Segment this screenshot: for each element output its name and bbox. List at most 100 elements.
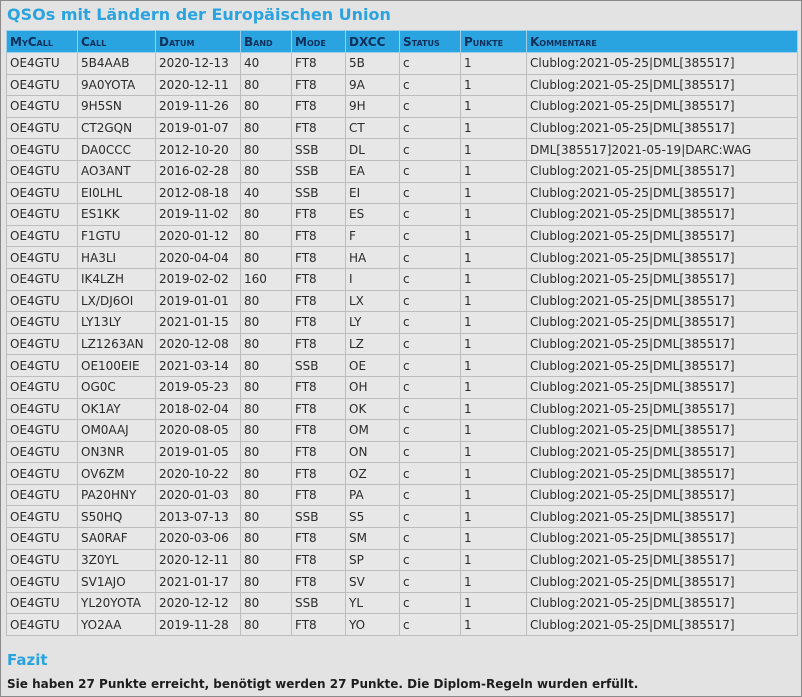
cell-dxcc: 5B: [345, 52, 400, 75]
cell-mycall: OE4GTU: [6, 548, 78, 572]
cell-status: c: [399, 181, 461, 205]
cell-dxcc: 9A: [345, 73, 400, 97]
cell-mode: FT8: [291, 613, 346, 637]
cell-datum: 2012-08-18: [155, 181, 241, 205]
cell-punkte: 1: [460, 527, 527, 550]
cell-mycall: OE4GTU: [6, 591, 78, 615]
cell-mycall: OE4GTU: [6, 354, 78, 377]
column-header-status[interactable]: Status: [399, 30, 461, 53]
cell-dxcc: OM: [345, 419, 400, 442]
cell-punkte: 1: [460, 332, 527, 356]
cell-dxcc: OH: [345, 375, 400, 399]
cell-mode: FT8: [291, 311, 346, 334]
column-header-punkte[interactable]: Punkte: [460, 30, 527, 53]
cell-call: F1GTU: [77, 224, 156, 248]
cell-status: c: [399, 138, 461, 161]
cell-kommentare: Clublog:2021-05-25|DML[385517]: [526, 73, 798, 97]
table-row: OE4GTU ES1KK 2019-11-02 80 FT8 ES c 1 Clublog:20…: [6, 203, 798, 226]
table-row: OE4GTU OV6ZM 2020-10-22 80 FT8 OZ c 1 Clublog:20…: [6, 462, 798, 485]
table-row: OE4GTU LZ1263AN 2020-12-08 80 FT8 LZ c 1 Clublog…: [6, 332, 798, 356]
cell-mode: FT8: [291, 548, 346, 572]
cell-call: OK1AY: [77, 397, 156, 421]
cell-band: 80: [240, 375, 292, 399]
table-row: OE4GTU LX/DJ6OI 2019-01-01 80 FT8 LX c 1 Clublog…: [6, 289, 798, 313]
cell-dxcc: CT: [345, 116, 400, 140]
cell-status: c: [399, 462, 461, 485]
column-header-mode[interactable]: Mode: [291, 30, 346, 53]
cell-kommentare: Clublog:2021-05-25|DML[385517]: [526, 570, 798, 593]
cell-mycall: OE4GTU: [6, 397, 78, 421]
cell-mode: FT8: [291, 203, 346, 226]
cell-punkte: 1: [460, 462, 527, 485]
cell-datum: 2019-11-26: [155, 95, 241, 118]
cell-punkte: 1: [460, 548, 527, 572]
cell-band: 80: [240, 332, 292, 356]
cell-call: OV6ZM: [77, 462, 156, 485]
cell-kommentare: Clublog:2021-05-25|DML[385517]: [526, 397, 798, 421]
cell-mycall: OE4GTU: [6, 419, 78, 442]
cell-datum: 2020-12-11: [155, 73, 241, 97]
cell-kommentare: Clublog:2021-05-25|DML[385517]: [526, 52, 798, 75]
cell-kommentare: Clublog:2021-05-25|DML[385517]: [526, 483, 798, 507]
column-header-mycall[interactable]: MyCall: [6, 30, 78, 53]
cell-call: LX/DJ6OI: [77, 289, 156, 313]
cell-dxcc: LZ: [345, 332, 400, 356]
cell-band: 80: [240, 570, 292, 593]
cell-call: OG0C: [77, 375, 156, 399]
column-header-datum[interactable]: Datum: [155, 30, 241, 53]
cell-mode: FT8: [291, 440, 346, 464]
cell-call: OE100EIE: [77, 354, 156, 377]
cell-mycall: OE4GTU: [6, 375, 78, 399]
cell-punkte: 1: [460, 267, 527, 291]
cell-mycall: OE4GTU: [6, 73, 78, 97]
cell-mode: FT8: [291, 289, 346, 313]
cell-status: c: [399, 570, 461, 593]
cell-punkte: 1: [460, 289, 527, 313]
cell-mode: FT8: [291, 527, 346, 550]
table-row: OE4GTU OE100EIE 2021-03-14 80 SSB OE c 1 Clublog…: [6, 354, 798, 377]
cell-call: IK4LZH: [77, 267, 156, 291]
cell-band: 80: [240, 591, 292, 615]
table-row: OE4GTU AO3ANT 2016-02-28 80 SSB EA c 1 Clublog:2…: [6, 159, 798, 183]
cell-mycall: OE4GTU: [6, 116, 78, 140]
cell-band: 80: [240, 138, 292, 161]
table-row: OE4GTU F1GTU 2020-01-12 80 FT8 Fc 1 Clublog:202…: [6, 224, 798, 248]
cell-call: OM0AAJ: [77, 419, 156, 442]
cell-datum: 2020-08-05: [155, 419, 241, 442]
cell-call: AO3ANT: [77, 159, 156, 183]
table-row: OE4GTU OG0C 2019-05-23 80 FT8 OH c 1 Clublog:202…: [6, 375, 798, 399]
cell-kommentare: Clublog:2021-05-25|DML[385517]: [526, 332, 798, 356]
cell-mycall: OE4GTU: [6, 527, 78, 550]
cell-dxcc: OK: [345, 397, 400, 421]
qso-table: MyCall Call Datum Band Mode DXCC Status …: [6, 30, 798, 637]
cell-datum: 2012-10-20: [155, 138, 241, 161]
column-header-band[interactable]: Band: [240, 30, 292, 53]
cell-punkte: 1: [460, 354, 527, 377]
cell-kommentare: Clublog:2021-05-25|DML[385517]: [526, 246, 798, 269]
cell-status: c: [399, 397, 461, 421]
cell-dxcc: LY: [345, 311, 400, 334]
cell-datum: 2018-02-04: [155, 397, 241, 421]
column-header-call[interactable]: Call: [77, 30, 156, 53]
cell-band: 80: [240, 483, 292, 507]
cell-mode: SSB: [291, 181, 346, 205]
cell-datum: 2021-03-14: [155, 354, 241, 377]
cell-mycall: OE4GTU: [6, 462, 78, 485]
table-row: OE4GTU S50HQ 2013-07-13 80 SSB S5 c 1 Clublog:20…: [6, 505, 798, 529]
cell-kommentare: Clublog:2021-05-25|DML[385517]: [526, 613, 798, 637]
cell-band: 80: [240, 289, 292, 313]
column-header-kommentare[interactable]: Kommentare: [526, 30, 798, 53]
fazit-summary: Sie haben 27 Punkte erreicht, benötigt w…: [7, 677, 639, 691]
table-row: OE4GTU 5B4AAB 2020-12-13 40 FT8 5B c 1 Clublog:2…: [6, 52, 798, 75]
cell-band: 80: [240, 311, 292, 334]
cell-datum: 2019-11-28: [155, 613, 241, 637]
cell-kommentare: DML[385517]2021-05-19|DARC:WAG: [526, 138, 798, 161]
table-row: OE4GTU 3Z0YL 2020-12-11 80 FT8 SP c 1 Clublog:20…: [6, 548, 798, 572]
cell-call: SA0RAF: [77, 527, 156, 550]
cell-punkte: 1: [460, 73, 527, 97]
cell-dxcc: PA: [345, 483, 400, 507]
table-row: OE4GTU IK4LZH 2019-02-02 160 FT8 Ic 1 Clublog:2…: [6, 267, 798, 291]
cell-band: 80: [240, 354, 292, 377]
cell-kommentare: Clublog:2021-05-25|DML[385517]: [526, 224, 798, 248]
column-header-dxcc[interactable]: DXCC: [345, 30, 400, 53]
